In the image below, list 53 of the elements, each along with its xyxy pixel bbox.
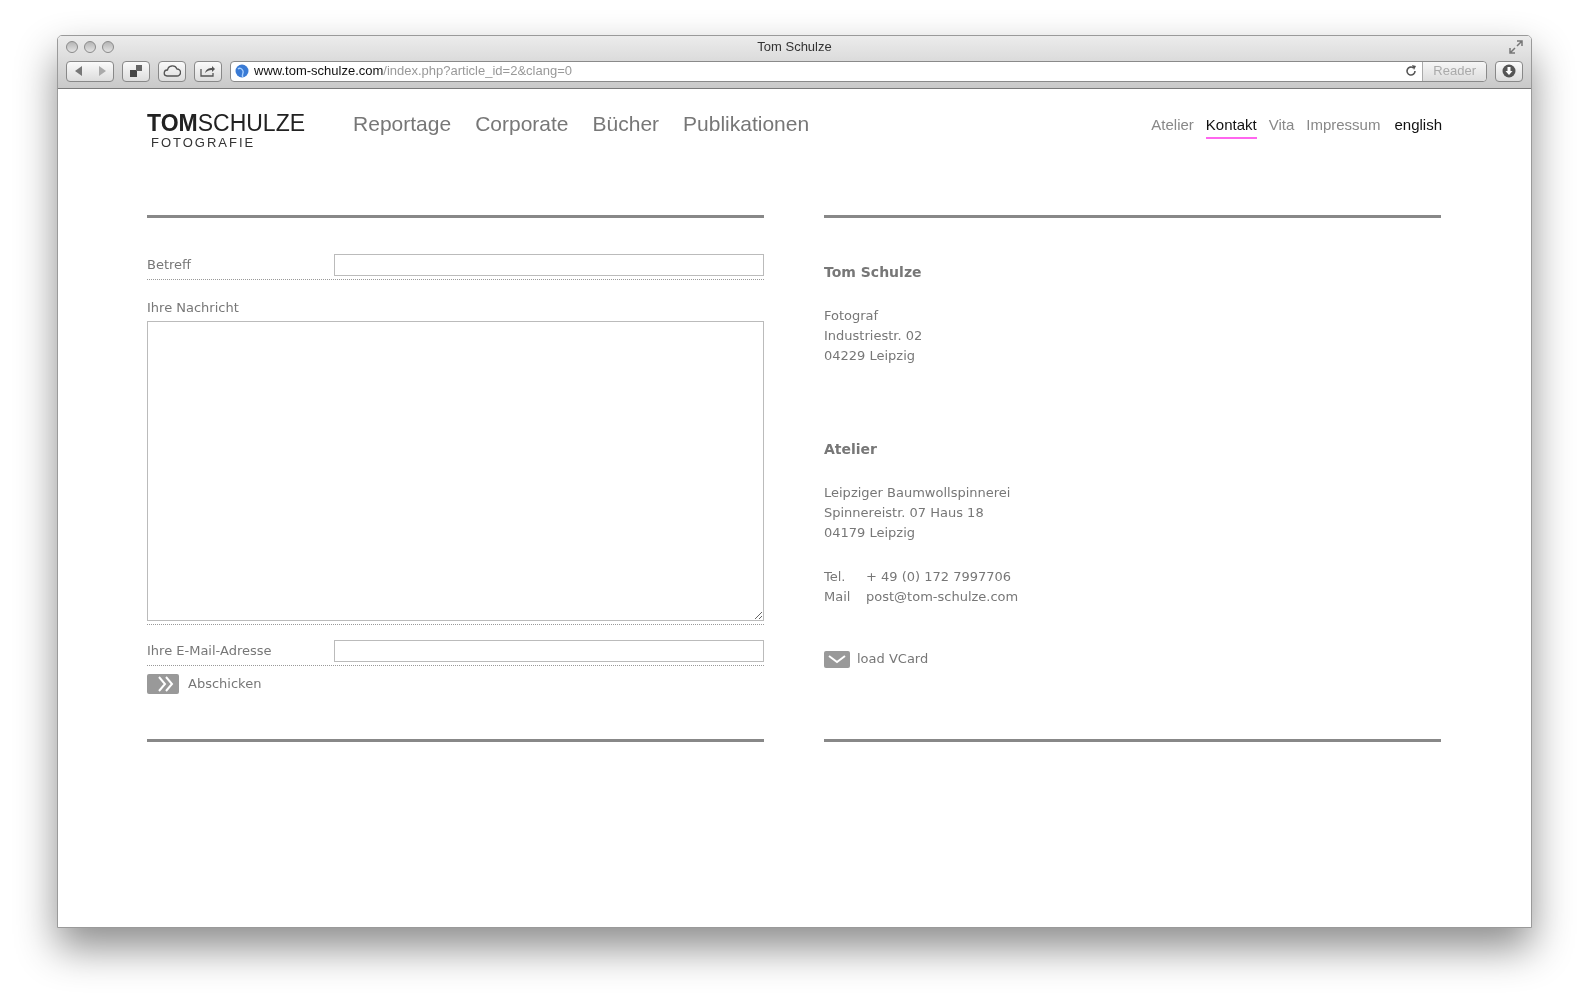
back-forward-button[interactable] [66,60,114,82]
message-field[interactable] [147,320,764,621]
main-nav-link[interactable]: Reportage [353,111,452,137]
meta-nav-link[interactable]: Atelier [1151,115,1194,139]
meta-nav-link[interactable]: Vita [1268,115,1295,139]
address-bar[interactable]: www.tom-schulze.com/index.php?article_id=2&clang=0 Reader [230,60,1487,82]
main-nav-link[interactable]: Corporate [475,111,569,137]
main-nav-link[interactable]: Publikationen [683,111,810,137]
logo[interactable]: TOMSCHULZE [147,111,306,135]
logo-tagline: FOTOGRAFIE [151,135,257,151]
cloud-icon [163,65,181,77]
share-button[interactable] [194,60,222,82]
address-line: Spinnereistr. 07 Haus 18 [824,504,985,522]
address-line: Leipziger Baumwollspinnerei [824,484,1012,502]
subject-label: Betreff [147,256,193,275]
forward-icon[interactable] [97,66,106,76]
window-control-icon[interactable] [84,41,96,53]
vcard-link[interactable]: load VCard [857,649,929,669]
message-label: Ihre Nachricht [147,299,240,317]
window-control-icon[interactable] [66,41,78,53]
envelope-icon[interactable] [824,650,850,668]
reload-icon[interactable] [1405,65,1418,77]
window-control-icon[interactable] [102,41,114,53]
subject-field[interactable] [334,254,764,276]
contact-label: Mail [824,588,852,606]
double-chevron-icon[interactable] [147,673,179,694]
globe-icon [235,64,249,78]
contact-value: + 49 (0) 172 7997706 [866,568,1012,586]
squares-icon [130,65,142,77]
atelier-heading: Atelier [824,440,879,459]
language-link[interactable]: english [1394,115,1442,139]
downloads-button[interactable] [1495,60,1523,82]
download-icon [1502,64,1516,78]
address-line: 04229 Leipzig [824,347,917,365]
cloud-button[interactable] [158,60,186,82]
email-field[interactable] [334,639,764,662]
address-line: Industriestr. 02 [824,327,924,345]
back-icon[interactable] [74,66,83,76]
submit-link[interactable]: Abschicken [188,673,262,694]
address-line: 04179 Leipzig [824,524,917,542]
topsites-button[interactable] [122,60,150,82]
contact-label: Tel. [824,568,847,586]
fullscreen-icon[interactable] [1509,40,1523,54]
main-nav-link[interactable]: Bücher [592,111,660,137]
meta-nav-link[interactable]: Impressum [1306,115,1381,139]
url-text: www.tom-schulze.com/index.php?article_id=2&clang=0 [254,62,572,81]
window-title: Tom Schulze [757,38,832,57]
meta-nav-link[interactable]: Kontakt [1205,115,1257,139]
contact-value: post@tom-schulze.com [866,588,1019,606]
share-icon [200,65,216,77]
email-label: Ihre E-Mail-Adresse [147,641,273,660]
address-line: Fotograf [824,307,880,325]
contact-name: Tom Schulze [824,263,923,282]
